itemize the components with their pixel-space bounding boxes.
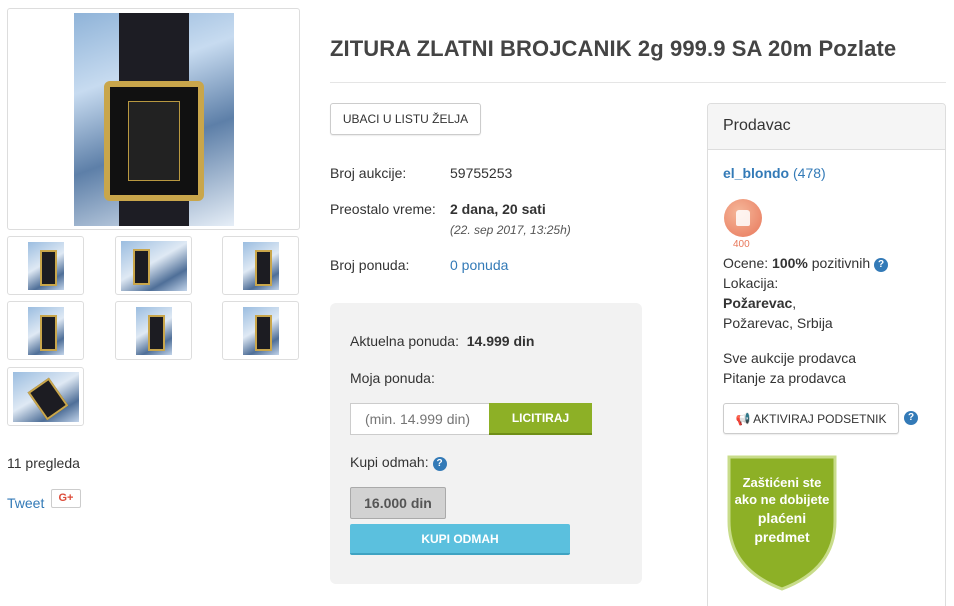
- reminder-label: AKTIVIRAJ PODSETNIK: [753, 411, 887, 426]
- location-city: Požarevac,: [723, 295, 797, 311]
- bid-amount-input[interactable]: [350, 403, 489, 435]
- help-icon[interactable]: ?: [904, 411, 918, 425]
- thumbs-up-badge-icon: [724, 199, 762, 237]
- thumbnail[interactable]: [7, 301, 84, 360]
- my-bid-label: Moja ponuda:: [350, 370, 435, 386]
- location-region: Požarevac, Srbija: [723, 315, 833, 331]
- main-product-image[interactable]: [7, 8, 300, 230]
- thumbnail[interactable]: [222, 236, 299, 295]
- thumbnail[interactable]: [222, 301, 299, 360]
- badge-value: 400: [733, 239, 750, 250]
- buy-now-label: Kupi odmah:: [350, 454, 429, 470]
- thumbnail[interactable]: [7, 367, 84, 426]
- thumbnail[interactable]: [115, 236, 192, 295]
- activate-reminder-button[interactable]: 📢 AKTIVIRAJ PODSETNIK: [723, 403, 899, 434]
- page-title: ZITURA ZLATNI BROJCANIK 2g 999.9 SA 20m …: [330, 36, 897, 61]
- buy-now-price: 16.000 din: [350, 487, 446, 519]
- current-bid-value: 14.999 din: [466, 333, 535, 349]
- auction-number-value: 59755253: [450, 165, 513, 181]
- auction-number-label: Broj aukcije:: [330, 165, 407, 181]
- ratings-prefix: Ocene:: [723, 255, 769, 271]
- ratings-percent: 100%: [772, 255, 808, 271]
- seller-name-link[interactable]: el_blondo: [723, 165, 789, 181]
- seller-rating-count[interactable]: (478): [793, 165, 826, 181]
- help-icon[interactable]: ?: [432, 457, 447, 471]
- seller-panel: Prodavac el_blondo (478) 400 Ocene: 100%…: [707, 103, 946, 606]
- ask-seller-link[interactable]: Pitanje za prodavca: [723, 370, 846, 386]
- bid-count-label: Broj ponuda:: [330, 257, 410, 273]
- shield-line: ako ne dobijete: [735, 492, 830, 507]
- watch-photo: [73, 12, 234, 226]
- place-bid-button[interactable]: LICITIRAJ: [489, 403, 592, 435]
- bid-panel: Aktuelna ponuda: 14.999 din Moja ponuda:…: [330, 303, 642, 584]
- thumbnail[interactable]: [115, 301, 192, 360]
- buyer-protection-shield-icon: Zaštićeni ste ako ne dobijete plaćeni pr…: [727, 455, 837, 591]
- shield-line: predmet: [754, 529, 810, 545]
- tweet-link[interactable]: Tweet: [7, 495, 44, 511]
- seller-heading: Prodavac: [708, 104, 945, 150]
- google-plus-icon[interactable]: G+: [51, 489, 81, 508]
- thumbnail[interactable]: [7, 236, 84, 295]
- view-count: 11 pregleda: [7, 455, 80, 471]
- buy-now-button[interactable]: KUPI ODMAH: [350, 524, 570, 555]
- location-label: Lokacija:: [723, 275, 779, 291]
- buy-now-row: Kupi odmah: ?: [350, 454, 447, 471]
- time-left-value: 2 dana, 20 sati: [450, 201, 546, 217]
- add-to-wishlist-button[interactable]: UBACI U LISTU ŽELJA: [330, 103, 481, 135]
- current-bid: Aktuelna ponuda: 14.999 din: [350, 333, 534, 349]
- all-seller-auctions-link[interactable]: Sve aukcije prodavca: [723, 350, 856, 366]
- end-date: (22. sep 2017, 13:25h): [450, 223, 571, 237]
- seller-name-row: el_blondo (478): [723, 165, 826, 181]
- shield-line: plaćeni: [758, 510, 806, 526]
- megaphone-icon: 📢: [735, 411, 751, 426]
- bid-count-link[interactable]: 0 ponuda: [450, 257, 508, 273]
- ratings-suffix: pozitivnih: [811, 255, 871, 271]
- city: Požarevac: [723, 295, 793, 311]
- title-divider: [330, 82, 946, 83]
- help-icon[interactable]: ?: [874, 258, 888, 272]
- shield-line: Zaštićeni ste: [743, 475, 822, 490]
- seller-ratings: Ocene: 100% pozitivnih ?: [723, 255, 888, 272]
- current-bid-label: Aktuelna ponuda:: [350, 333, 459, 349]
- time-left-label: Preostalo vreme:: [330, 201, 436, 217]
